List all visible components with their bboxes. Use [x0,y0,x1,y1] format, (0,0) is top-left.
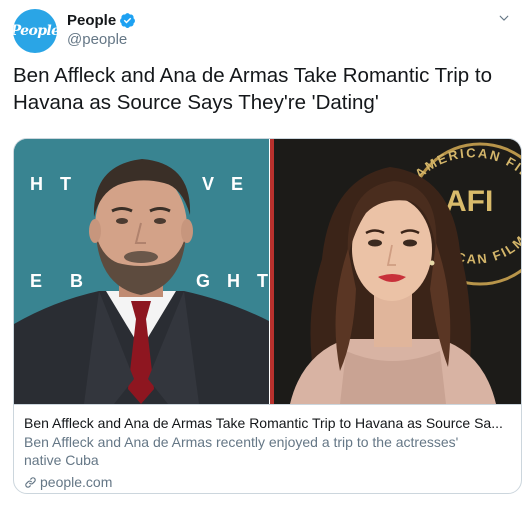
backdrop-text-1: H T [30,174,77,194]
portrait-woman-illustration: AMERICAN FILM AFI ICAN FILM [270,139,521,404]
link-icon [25,476,36,488]
tweet-header: People People @people [13,9,513,53]
link-preview-card[interactable]: H T V E E B G H T AMERICAN FI AFI CAN FI… [13,138,522,494]
verified-badge-icon [120,13,136,28]
card-image[interactable]: H T V E E B G H T AMERICAN FI AFI CAN FI… [14,139,521,404]
display-name[interactable]: People [67,12,116,29]
card-title[interactable]: Ben Affleck and Ana de Armas Take Romant… [24,414,513,432]
afi-logo-text: AFI [445,185,493,218]
card-description: Ben Affleck and Ana de Armas recently en… [24,434,459,468]
card-body[interactable]: Ben Affleck and Ana de Armas Take Romant… [14,404,521,493]
chevron-down-icon[interactable] [497,11,511,25]
backdrop-text-5: G H T [196,271,269,291]
backdrop-text-2: V E [202,174,249,194]
avatar-logo-text: People [13,23,57,39]
portrait-man-illustration: H T V E E B G H T [14,139,269,404]
account-handle[interactable]: @people [67,31,127,48]
tweet-text: Ben Affleck and Ana de Armas Take Romant… [13,64,492,114]
photo-ana-de-armas: AMERICAN FILM AFI ICAN FILM [269,139,521,404]
card-domain[interactable]: people.com [24,473,513,491]
photo-ben-affleck: H T V E E B G H T [14,139,269,404]
backdrop-text-4: B [70,271,83,291]
avatar[interactable]: People [13,9,57,53]
card-domain-text[interactable]: people.com [40,473,112,491]
name-row: People [67,12,136,29]
backdrop-text-3: E [30,271,42,291]
